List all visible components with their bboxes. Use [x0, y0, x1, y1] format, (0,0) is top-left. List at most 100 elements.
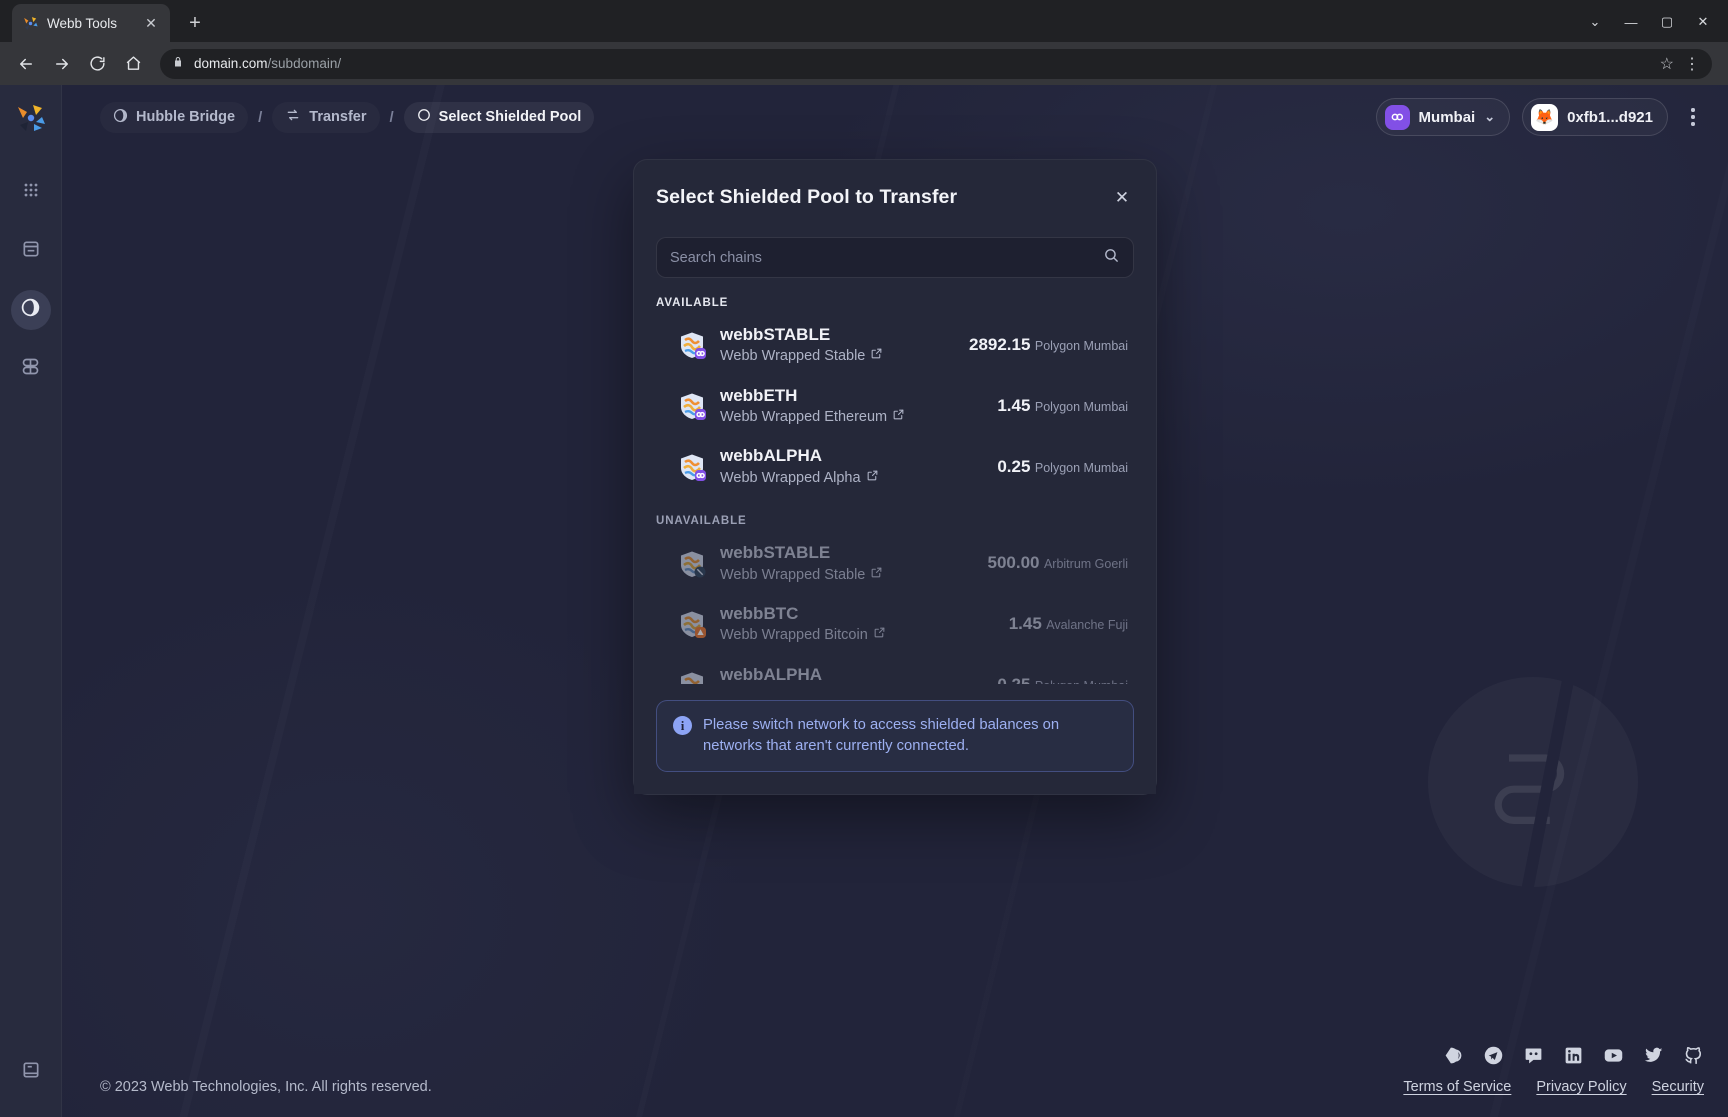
sidebar-item-stats[interactable] — [11, 231, 51, 271]
home-icon[interactable] — [118, 48, 149, 79]
window-controls: ⌄ — ▢ ✕ — [1578, 8, 1720, 36]
back-arrow-icon[interactable] — [10, 48, 41, 79]
token-symbol: webbETH — [720, 385, 798, 405]
token-symbol: webbALPHA — [720, 446, 822, 466]
copyright-text: © 2023 Webb Technologies, Inc. All right… — [100, 1079, 432, 1095]
breadcrumb-item-select-shielded-pool[interactable]: Select Shielded Pool — [403, 101, 595, 133]
app-footer: © 2023 Webb Technologies, Inc. All right… — [62, 985, 1728, 1117]
breadcrumb-item-transfer[interactable]: Transfer — [272, 102, 379, 133]
search-icon[interactable] — [1103, 247, 1120, 269]
commonwealth-icon[interactable] — [1442, 1044, 1464, 1066]
search-chains-field[interactable] — [656, 237, 1134, 278]
pool-row-text: webbALPHA Webb Wrapped Alpha — [720, 664, 983, 684]
main-content: Hubble Bridge / Transfer / Select Shield… — [62, 85, 1728, 1117]
transfer-arrows-icon — [285, 107, 301, 127]
webb-shielded-token-icon — [678, 671, 706, 684]
twitter-icon[interactable] — [1642, 1044, 1664, 1066]
sidebar-item-docs[interactable] — [11, 1052, 51, 1092]
linkedin-icon[interactable] — [1562, 1044, 1584, 1066]
breadcrumb-item-hubble-bridge[interactable]: Hubble Bridge — [100, 102, 248, 133]
pool-row-webbstable-arbitrum[interactable]: webbSTABLE Webb Wrapped Stable 500.00 Ar… — [656, 533, 1134, 594]
sidebar-item-hubble[interactable] — [10, 290, 51, 330]
token-chain: Polygon Mumbai — [1034, 339, 1128, 354]
token-chain: Polygon Mumbai — [1034, 399, 1128, 414]
chevron-down-icon[interactable]: ⌄ — [1578, 8, 1612, 36]
webb-logo-icon[interactable] — [15, 102, 47, 134]
token-name: Webb Wrapped Stable — [720, 346, 955, 366]
terms-of-service-link[interactable]: Terms of Service — [1403, 1079, 1511, 1095]
minimize-icon[interactable]: — — [1614, 8, 1648, 36]
pool-row-balance: 2892.15 Polygon Mumbai — [969, 334, 1128, 356]
webb-shielded-token-icon — [678, 610, 706, 639]
token-name: Webb Wrapped Alpha — [720, 468, 983, 488]
privacy-policy-link[interactable]: Privacy Policy — [1536, 1079, 1626, 1095]
pool-row-webbeth-mumbai[interactable]: webbETH Webb Wrapped Ethereum 1.45 Polyg… — [656, 376, 1134, 437]
webb-shielded-token-icon — [678, 392, 706, 421]
close-icon[interactable]: ✕ — [1110, 186, 1134, 210]
external-link-icon[interactable] — [870, 565, 883, 585]
more-options-icon[interactable] — [1680, 102, 1706, 132]
pool-row-webbstable-mumbai[interactable]: webbSTABLE Webb Wrapped Stable 2892.15 P… — [656, 315, 1134, 376]
webb-shielded-token-icon — [678, 331, 706, 360]
modal-overlay: Select Shielded Pool to Transfer ✕ AVAIL… — [62, 149, 1728, 985]
pool-row-webbalpha-mumbai[interactable]: webbALPHA Webb Wrapped Alpha 0.25 Polygo… — [656, 436, 1134, 497]
breadcrumb-label: Transfer — [309, 109, 367, 125]
external-link-icon[interactable] — [870, 346, 883, 366]
external-link-icon[interactable] — [866, 468, 879, 488]
telegram-icon[interactable] — [1482, 1044, 1504, 1066]
youtube-icon[interactable] — [1602, 1044, 1624, 1066]
security-link[interactable]: Security — [1652, 1079, 1704, 1095]
sidebar-item-tangle[interactable] — [11, 349, 51, 389]
forward-arrow-icon[interactable] — [46, 48, 77, 79]
document-icon — [21, 239, 41, 264]
browser-tab[interactable]: Webb Tools ✕ — [12, 4, 170, 42]
browser-tab-title: Webb Tools — [47, 15, 118, 31]
browser-window: Webb Tools ✕ + ⌄ — ▢ ✕ domain.com/subdom… — [0, 0, 1728, 1117]
token-name: Webb Wrapped Bitcoin — [720, 625, 995, 645]
bookmark-star-icon[interactable]: ☆ — [1660, 54, 1674, 74]
browser-toolbar: domain.com/subdomain/ ☆ ⋮ — [0, 42, 1728, 85]
browser-tab-strip: Webb Tools ✕ + ⌄ — ▢ ✕ — [0, 0, 1728, 42]
social-links — [1442, 1044, 1704, 1066]
address-bar[interactable]: domain.com/subdomain/ ☆ ⋮ — [160, 48, 1712, 79]
github-icon[interactable] — [1682, 1044, 1704, 1066]
pool-row-text: webbSTABLE Webb Wrapped Stable — [720, 324, 955, 367]
network-notice: i Please switch network to access shield… — [634, 684, 1156, 794]
pool-row-balance: 1.45 Avalanche Fuji — [1009, 613, 1128, 635]
breadcrumb-label: Hubble Bridge — [136, 109, 236, 125]
token-name: Webb Wrapped Ethereum — [720, 407, 983, 427]
pool-row-text: webbBTC Webb Wrapped Bitcoin — [720, 603, 995, 646]
wallet-address: 0xfb1...d921 — [1567, 108, 1653, 126]
external-link-icon[interactable] — [892, 407, 905, 427]
wallet-button[interactable]: 🦊 0xfb1...d921 — [1522, 98, 1668, 136]
modal-title: Select Shielded Pool to Transfer — [656, 186, 958, 208]
book-docs-icon — [21, 1060, 41, 1085]
chevron-down-icon: ⌄ — [1484, 109, 1496, 124]
header-actions: Mumbai ⌄ 🦊 0xfb1...d921 — [1375, 98, 1706, 136]
network-selector-button[interactable]: Mumbai ⌄ — [1375, 98, 1511, 136]
token-symbol: webbSTABLE — [720, 543, 831, 563]
pool-row-text: webbALPHA Webb Wrapped Alpha — [720, 445, 983, 488]
pool-row-webbbtc-avalanche[interactable]: webbBTC Webb Wrapped Bitcoin 1.45 Avalan… — [656, 594, 1134, 655]
pool-row-webbalpha-unavailable[interactable]: webbALPHA Webb Wrapped Alpha 0.25 Polygo… — [656, 655, 1134, 684]
token-symbol: webbSTABLE — [720, 325, 831, 344]
token-chain: Polygon Mumbai — [1035, 679, 1128, 684]
grid-apps-icon — [21, 180, 41, 205]
token-balance: 1.45 — [1008, 614, 1042, 634]
new-tab-button[interactable]: + — [180, 8, 210, 38]
hubble-moon-icon — [20, 297, 41, 323]
sidebar-item-apps[interactable] — [11, 172, 51, 212]
token-balance: 1.45 — [997, 395, 1031, 415]
token-chain: Avalanche Fuji — [1046, 618, 1128, 633]
breadcrumb-label: Select Shielded Pool — [438, 109, 582, 125]
discord-icon[interactable] — [1522, 1044, 1544, 1066]
maximize-icon[interactable]: ▢ — [1650, 8, 1684, 36]
app-root: Hubble Bridge / Transfer / Select Shield… — [0, 85, 1728, 1117]
close-icon[interactable]: ✕ — [142, 14, 160, 32]
external-link-icon[interactable] — [873, 625, 886, 645]
window-close-icon[interactable]: ✕ — [1686, 8, 1720, 36]
browser-menu-icon[interactable]: ⋮ — [1684, 54, 1700, 74]
reload-icon[interactable] — [82, 48, 113, 79]
search-input[interactable] — [670, 249, 1095, 266]
pool-list[interactable]: AVAILABLE webbSTABLE Webb Wrapped Stable… — [656, 297, 1134, 684]
